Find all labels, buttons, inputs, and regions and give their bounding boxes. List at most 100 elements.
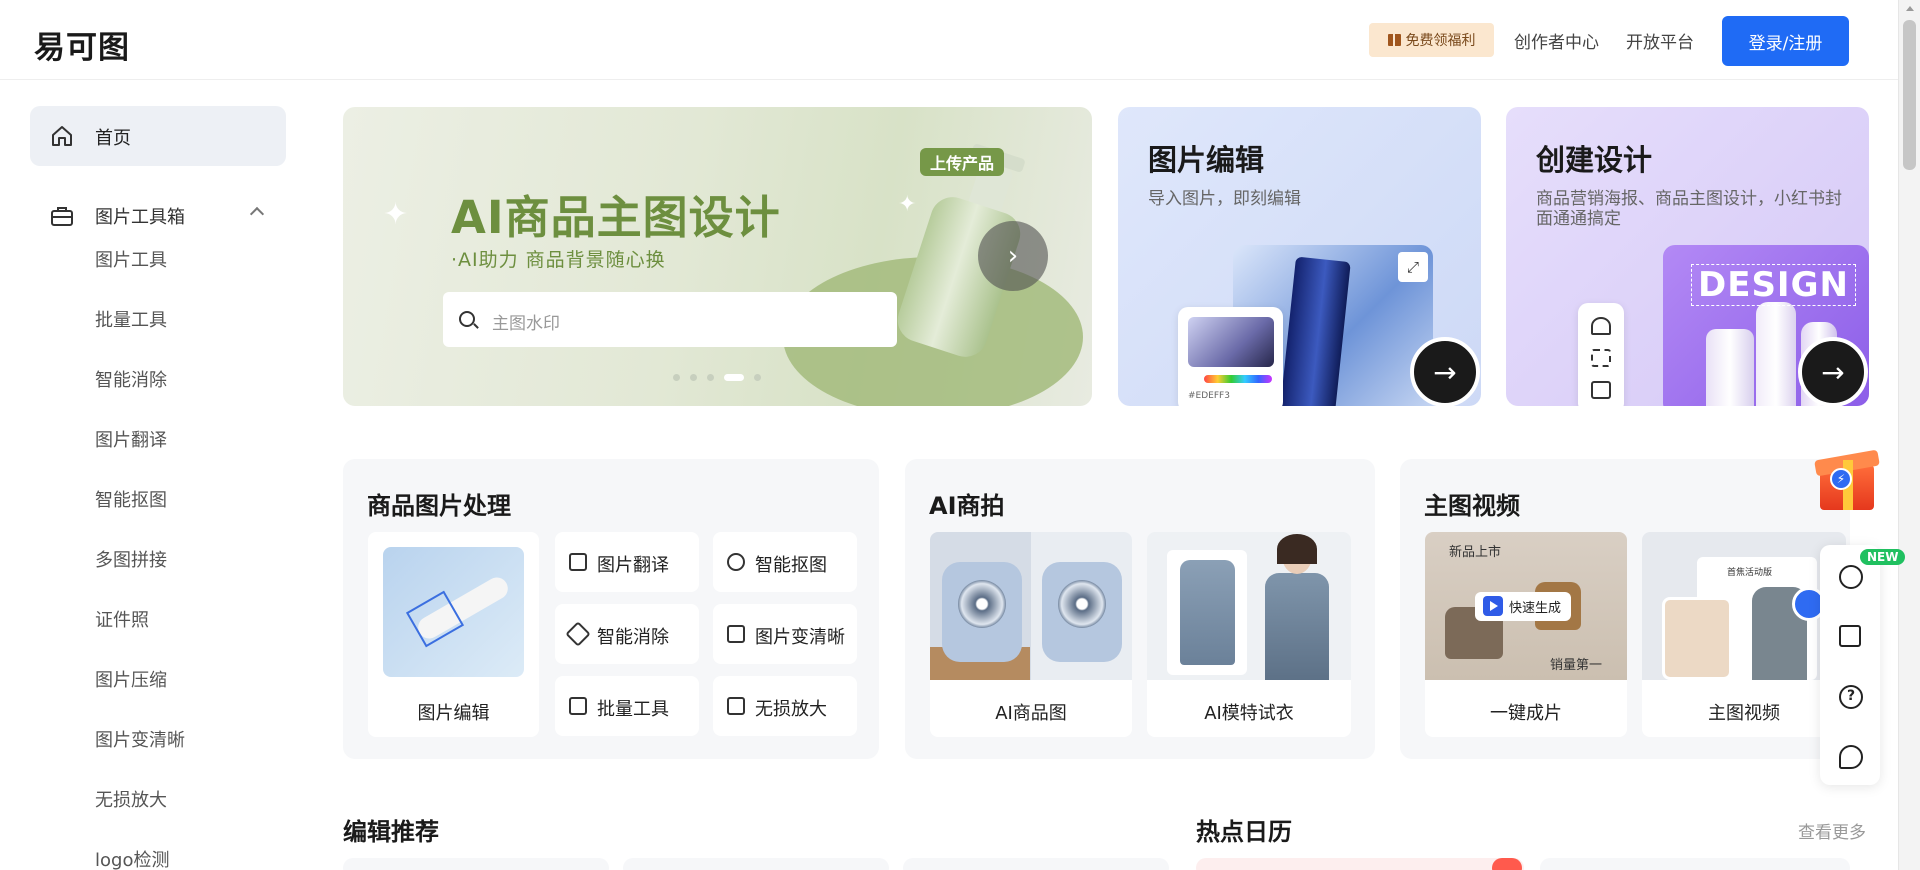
search-input[interactable]: 主图水印 xyxy=(492,309,560,334)
feedback-edit-icon[interactable] xyxy=(1839,625,1861,647)
sidebar-item-toolbox[interactable]: 图片工具箱 xyxy=(30,194,286,238)
sidebar-item-compress[interactable]: 图片压缩 xyxy=(95,666,167,692)
search-icon xyxy=(459,311,475,327)
sparkle-icon: ✦ xyxy=(898,192,917,217)
chip-smart-cutout[interactable]: 智能抠图 xyxy=(713,532,857,592)
new-badge: NEW xyxy=(1860,549,1906,565)
sidebar-item-image-tools[interactable]: 图片工具 xyxy=(95,246,167,272)
color-gradient xyxy=(1188,317,1274,367)
open-platform-link[interactable]: 开放平台 xyxy=(1626,28,1694,53)
upscale-icon xyxy=(727,697,745,715)
carousel-dot[interactable] xyxy=(673,374,680,381)
design-tool-palette xyxy=(1578,303,1624,406)
top-header: 易可图 免费领福利 创作者中心 开放平台 登录/注册 xyxy=(0,0,1898,80)
chip-label: 智能抠图 xyxy=(755,555,827,576)
chat-icon[interactable] xyxy=(1839,745,1863,769)
main-video-tile[interactable]: 首焦活动版 主图视频 xyxy=(1642,532,1846,737)
chip-smart-erase[interactable]: 智能消除 xyxy=(555,604,699,664)
model-image xyxy=(1257,534,1337,680)
shape-icon xyxy=(1591,317,1611,335)
banner-search-box[interactable]: 主图水印 xyxy=(443,292,897,347)
new-arrival-tag: 新品上市 xyxy=(1449,545,1502,560)
ai-shoot-panel: AI商拍 AI商品图 AI模特试衣 xyxy=(905,459,1375,759)
carousel-dot[interactable] xyxy=(707,374,714,381)
carousel-dots xyxy=(673,374,761,381)
section-title-calendar: 热点日历 xyxy=(1196,818,1292,846)
quick-generate-badge: 快速生成 xyxy=(1475,592,1572,621)
sparkle-icon: ✦ xyxy=(383,197,409,232)
calendar-card[interactable] xyxy=(1196,858,1524,870)
sidebar-item-collage[interactable]: 多图拼接 xyxy=(95,546,167,572)
main-video-image: 首焦活动版 xyxy=(1642,532,1846,680)
hex-value: #EDEFF3 xyxy=(1188,391,1230,401)
ai-model-tryon-tile[interactable]: AI模特试衣 xyxy=(1147,532,1351,737)
floating-gift-button[interactable]: ⚡ xyxy=(1810,440,1885,515)
recommend-card[interactable] xyxy=(343,858,609,870)
chip-enhance[interactable]: 图片变清晰 xyxy=(713,604,857,664)
floating-toolbar: ? xyxy=(1820,545,1880,785)
chip-image-translate[interactable]: 图片翻译 xyxy=(555,532,699,592)
tile-label: 图片编辑 xyxy=(417,703,490,724)
page-scrollbar[interactable] xyxy=(1898,0,1920,870)
upload-product-tag[interactable]: 上传产品 xyxy=(920,148,1005,176)
bag-video-image: 新品上市 快速生成 销量第一 xyxy=(1425,532,1627,680)
calendar-card[interactable] xyxy=(1540,858,1850,870)
sidebar-item-image-translate[interactable]: 图片翻译 xyxy=(95,426,167,452)
gift-icon xyxy=(1387,34,1401,46)
ai-product-tile[interactable]: AI商品图 xyxy=(930,532,1132,737)
sidebar-item-smart-cutout[interactable]: 智能抠图 xyxy=(95,486,167,512)
sidebar-item-home[interactable]: 首页 xyxy=(30,106,286,166)
sidebar-item-upscale[interactable]: 无损放大 xyxy=(95,786,167,812)
chip-upscale[interactable]: 无损放大 xyxy=(713,676,857,736)
panel-title: 主图视频 xyxy=(1424,492,1520,520)
carousel-dot[interactable] xyxy=(754,374,761,381)
sidebar-item-logo-check[interactable]: logo检测 xyxy=(95,846,169,870)
home-icon xyxy=(52,126,72,146)
chevron-up-icon[interactable] xyxy=(249,206,265,222)
recommend-card[interactable] xyxy=(903,858,1169,870)
panel-title: 商品图片处理 xyxy=(367,492,511,520)
creator-center-link[interactable]: 创作者中心 xyxy=(1514,28,1599,53)
chip-label: 图片变清晰 xyxy=(755,627,845,648)
chip-batch-tools[interactable]: 批量工具 xyxy=(555,676,699,736)
color-picker-preview: #EDEFF3 xyxy=(1178,307,1283,406)
design-word: DESIGN xyxy=(1691,264,1856,306)
translate-icon xyxy=(569,553,587,571)
sidebar-item-id-photo[interactable]: 证件照 xyxy=(95,606,149,632)
tile-label: AI商品图 xyxy=(995,703,1067,724)
logo[interactable]: 易可图 xyxy=(34,22,130,67)
link-icon[interactable] xyxy=(1839,565,1863,589)
banner-next-button[interactable]: › xyxy=(978,221,1048,291)
login-register-button[interactable]: 登录/注册 xyxy=(1722,16,1849,66)
sidebar-item-label: 首页 xyxy=(95,128,131,149)
scrollbar-thumb[interactable] xyxy=(1903,20,1916,170)
help-icon[interactable]: ? xyxy=(1839,685,1863,709)
arrow-right-icon[interactable]: → xyxy=(1798,337,1868,406)
image-edit-card[interactable]: 图片编辑 导入图片，即刻编辑 ⤢ #EDEFF3 → xyxy=(1118,107,1481,406)
hot-badge xyxy=(1492,858,1522,870)
arrow-right-icon[interactable]: → xyxy=(1410,337,1480,406)
free-benefit-button[interactable]: 免费领福利 xyxy=(1369,23,1494,57)
free-benefit-label: 免费领福利 xyxy=(1405,33,1476,49)
design-bottle-image xyxy=(1756,302,1796,406)
card-title: 创建设计 xyxy=(1536,143,1653,177)
scroll-up-arrow-icon[interactable] xyxy=(1906,6,1914,11)
view-more-link[interactable]: 查看更多 xyxy=(1798,818,1866,843)
sidebar-item-smart-erase[interactable]: 智能消除 xyxy=(95,366,167,392)
carousel-dot-active[interactable] xyxy=(724,374,744,381)
section-title-recommend: 编辑推荐 xyxy=(343,818,439,846)
image-edit-tile[interactable]: 图片编辑 xyxy=(368,532,539,737)
carousel-dot[interactable] xyxy=(690,374,697,381)
hero-banner[interactable]: ✦ ✦ 上传产品 AI商品主图设计 ·AI助力 商品背景随心换 主图水印 › xyxy=(343,107,1092,406)
sidebar-item-batch-tools[interactable]: 批量工具 xyxy=(95,306,167,332)
cutout-icon xyxy=(727,553,745,571)
recommend-card[interactable] xyxy=(623,858,889,870)
banner-subtitle: ·AI助力 商品背景随心换 xyxy=(451,249,666,271)
one-click-video-tile[interactable]: 新品上市 快速生成 销量第一 一键成片 xyxy=(1425,532,1627,737)
model-body xyxy=(1265,573,1329,680)
card-description: 商品营销海报、商品主图设计，小红书封面通通搞定 xyxy=(1536,189,1842,229)
create-design-card[interactable]: 创建设计 商品营销海报、商品主图设计，小红书封面通通搞定 DESIGN → xyxy=(1506,107,1869,406)
scan-icon xyxy=(1591,349,1611,367)
sidebar-item-enhance[interactable]: 图片变清晰 xyxy=(95,726,185,752)
coat-image xyxy=(1180,560,1235,665)
